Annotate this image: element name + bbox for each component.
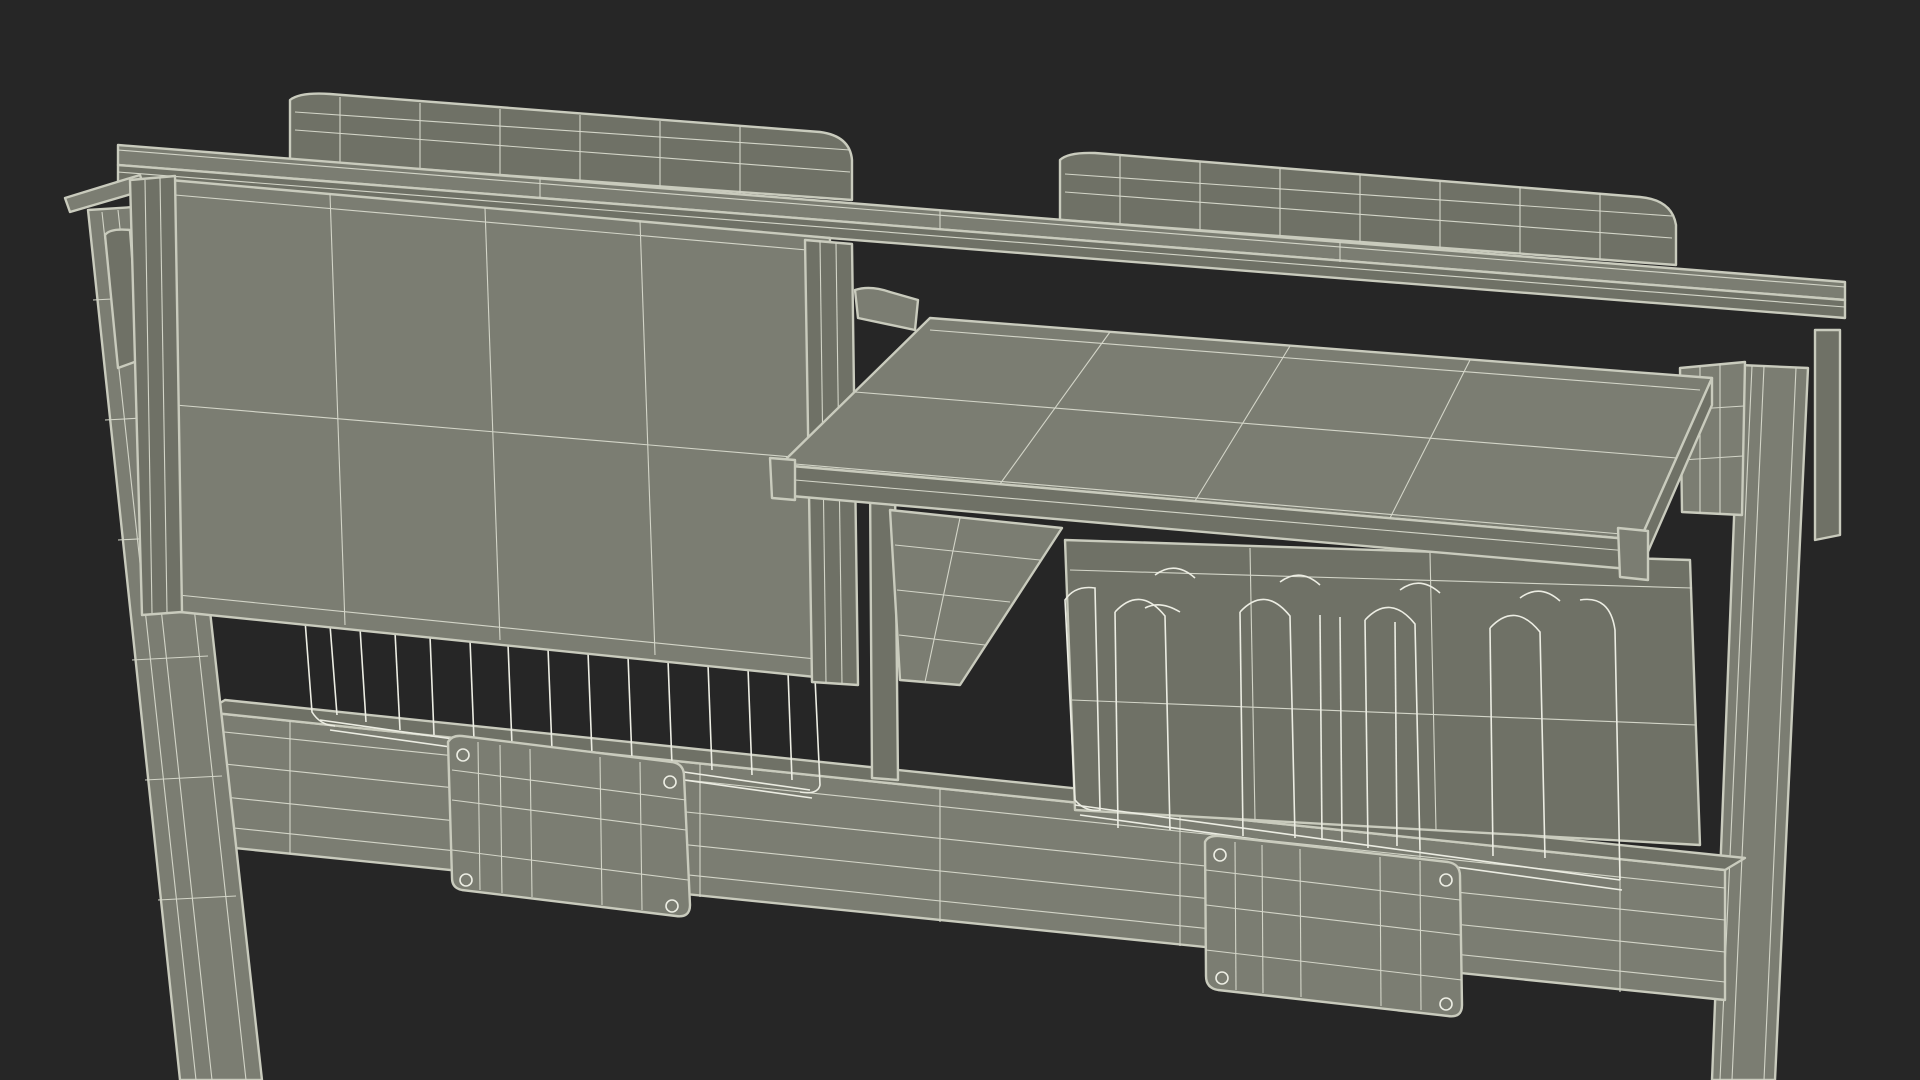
seat-box-right [1063, 538, 1702, 847]
junction-box-left [446, 734, 692, 918]
wireframe-render [0, 0, 1920, 1080]
junction-box-right [1203, 834, 1464, 1018]
folded-seat-left [128, 174, 920, 687]
